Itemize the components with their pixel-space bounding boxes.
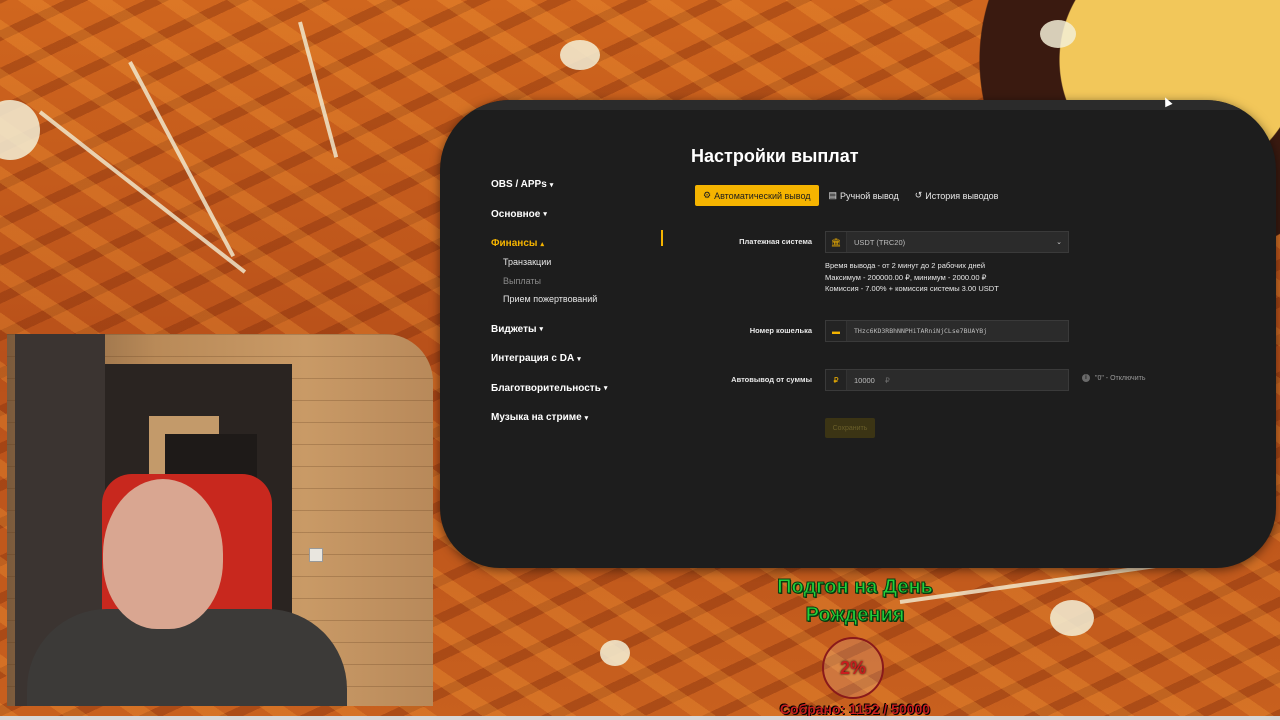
wallet-label: Номер кошелька [749, 326, 812, 335]
sidebar-item-obs-apps[interactable]: OBS / APPs ▾ [491, 170, 671, 200]
info-icon: i [1082, 374, 1090, 382]
chevron-up-icon: ▴ [540, 240, 544, 248]
sidebar-item-label: OBS / APPs [491, 179, 547, 191]
ruble-icon: ₽ [826, 370, 847, 390]
chevron-down-icon: ▾ [577, 355, 581, 363]
sidebar-item-label: Финансы [491, 238, 538, 250]
webcam-feed [7, 334, 433, 706]
auto-withdraw-hint: i "0" - Отключить [1082, 374, 1145, 382]
payment-system-value: USDT (TRC20) [854, 237, 906, 247]
info-fee: Комиссия - 7.00% + комиссия системы 3.00… [825, 284, 999, 293]
hint-text: "0" - Отключить [1095, 374, 1146, 382]
person-head [103, 479, 223, 629]
wallet-value: THzc6KD3RBhNNPHiTARniNjCLse7BUAYBj [854, 327, 988, 335]
finance-subnav: Транзакции Выплаты Прием пожертвований [491, 253, 671, 309]
info-limits: Максимум - 200000.00 ₽, минимум - 2000.0… [825, 272, 987, 282]
gear-icon: ⚙ [703, 190, 712, 200]
chevron-down-icon: ⌄ [1056, 239, 1062, 246]
panel-top-strip [440, 100, 1276, 110]
auto-withdraw-value: 10000 [854, 375, 875, 385]
tab-auto-withdraw[interactable]: ⚙ Автоматический вывод [695, 185, 819, 206]
payment-system-label: Платежная система [739, 237, 812, 246]
sidebar-item-main[interactable]: Основное ▾ [491, 200, 671, 230]
ruble-suffix: ₽ [884, 375, 890, 385]
page-title: Настройки выплат [691, 146, 859, 166]
tab-withdraw-history[interactable]: ↺ История выводов [909, 185, 1005, 206]
tab-label: История выводов [925, 190, 999, 201]
card-icon: ▤ [828, 190, 838, 200]
sidebar-item-label: Музыка на стриме [491, 412, 582, 424]
settings-panel: OBS / APPs ▾ Основное ▾ Финансы ▴ Транза… [440, 100, 1276, 568]
tab-label: Автоматический вывод [714, 190, 811, 201]
goal-collected: Собрано: 1152 / 50000 [779, 701, 931, 717]
chevron-down-icon: ▾ [603, 385, 608, 393]
chevron-down-icon: ▾ [539, 326, 544, 334]
sidebar-nav: OBS / APPs ▾ Основное ▾ Финансы ▴ Транза… [491, 170, 671, 433]
chevron-down-icon: ▾ [543, 211, 547, 219]
sidebar-item-widgets[interactable]: Виджеты ▾ [491, 315, 671, 345]
payment-system-select[interactable]: 🏛 USDT (TRC20) ⌄ [825, 231, 1069, 253]
tab-manual-withdraw[interactable]: ▤ Ручной вывод [823, 185, 905, 206]
bottom-bar [0, 716, 1280, 720]
payout-tabs: ⚙ Автоматический вывод ▤ Ручной вывод ↺ … [695, 185, 1004, 206]
chevron-down-icon: ▾ [549, 181, 554, 189]
light-switch [309, 548, 323, 562]
auto-withdraw-label: Автовывод от суммы [731, 375, 812, 384]
sidebar-item-label: Виджеты [491, 323, 537, 335]
info-time: Время вывода - от 2 минут до 2 рабочих д… [825, 261, 986, 270]
wallet-input[interactable]: ▬ THzc6KD3RBhNNPHiTARniNjCLse7BUAYBj [825, 320, 1069, 342]
sidebar-subitem-transactions[interactable]: Транзакции [491, 253, 671, 272]
save-button[interactable]: Сохранить [825, 418, 875, 438]
goal-progress-ring: 2% [822, 637, 884, 699]
chevron-down-icon: ▾ [584, 414, 589, 422]
tab-label: Ручной вывод [840, 190, 899, 201]
history-icon: ↺ [914, 190, 923, 200]
sidebar-item-label: Благотворительность [491, 382, 601, 394]
sidebar-item-da-integration[interactable]: Интеграция с DA ▾ [491, 344, 671, 374]
auto-withdraw-field: 10000 ₽ [847, 376, 1068, 385]
active-section-marker [661, 230, 663, 246]
sidebar-subitem-payouts[interactable]: Выплаты [491, 271, 671, 290]
sidebar-item-music[interactable]: Музыка на стриме ▾ [491, 403, 671, 433]
wallet-icon: ▬ [826, 321, 847, 341]
sidebar-item-charity[interactable]: Благотворительность ▾ [491, 374, 671, 404]
bank-icon: 🏛 [826, 232, 847, 252]
sidebar-item-label: Интеграция с DA [491, 353, 575, 365]
sidebar-item-label: Основное [491, 208, 541, 220]
payout-info: Время вывода - от 2 минут до 2 рабочих д… [825, 260, 999, 295]
goal-title: Подгон на День Рождения [777, 576, 934, 627]
sidebar-subitem-donations[interactable]: Прием пожертвований [491, 290, 671, 309]
goal-percent: 2% [839, 657, 866, 678]
auto-withdraw-input[interactable]: ₽ 10000 ₽ [825, 369, 1069, 391]
